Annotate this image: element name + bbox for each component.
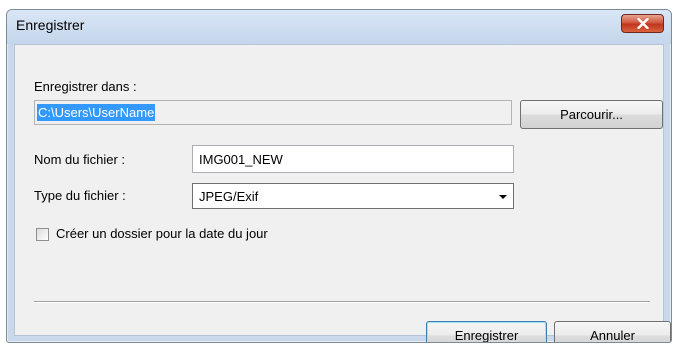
- cancel-button[interactable]: Annuler: [554, 321, 671, 343]
- browse-button-label: Parcourir...: [560, 107, 623, 122]
- date-folder-checkbox[interactable]: [36, 228, 49, 241]
- close-icon: [636, 18, 649, 29]
- title-bar[interactable]: Enregistrer: [7, 10, 671, 44]
- dialog-body: Enregistrer dans : C:\Users\UserName Par…: [14, 44, 671, 342]
- footer-divider: [34, 301, 650, 303]
- save-in-label: Enregistrer dans :: [34, 79, 137, 94]
- save-in-path-value: C:\Users\UserName: [37, 104, 156, 121]
- close-button[interactable]: [621, 14, 664, 33]
- dialog-title: Enregistrer: [16, 17, 85, 33]
- file-type-label: Type du fichier :: [34, 188, 126, 203]
- chevron-down-icon: [499, 195, 507, 199]
- file-name-label: Nom du fichier :: [34, 152, 126, 167]
- browse-button[interactable]: Parcourir...: [520, 100, 663, 129]
- file-type-value: JPEG/Exif: [199, 188, 259, 204]
- save-button[interactable]: Enregistrer: [426, 321, 547, 343]
- date-folder-label[interactable]: Créer un dossier pour la date du jour: [56, 226, 268, 241]
- file-type-select[interactable]: JPEG/Exif: [192, 183, 514, 209]
- save-dialog: Enregistrer Enregistrer dans : C:\Users\…: [6, 9, 672, 343]
- file-name-value: IMG001_NEW: [199, 151, 283, 167]
- save-in-path-field[interactable]: C:\Users\UserName: [34, 100, 512, 125]
- file-name-input[interactable]: IMG001_NEW: [192, 145, 514, 173]
- save-button-label: Enregistrer: [454, 328, 519, 343]
- cancel-button-label: Annuler: [590, 328, 635, 343]
